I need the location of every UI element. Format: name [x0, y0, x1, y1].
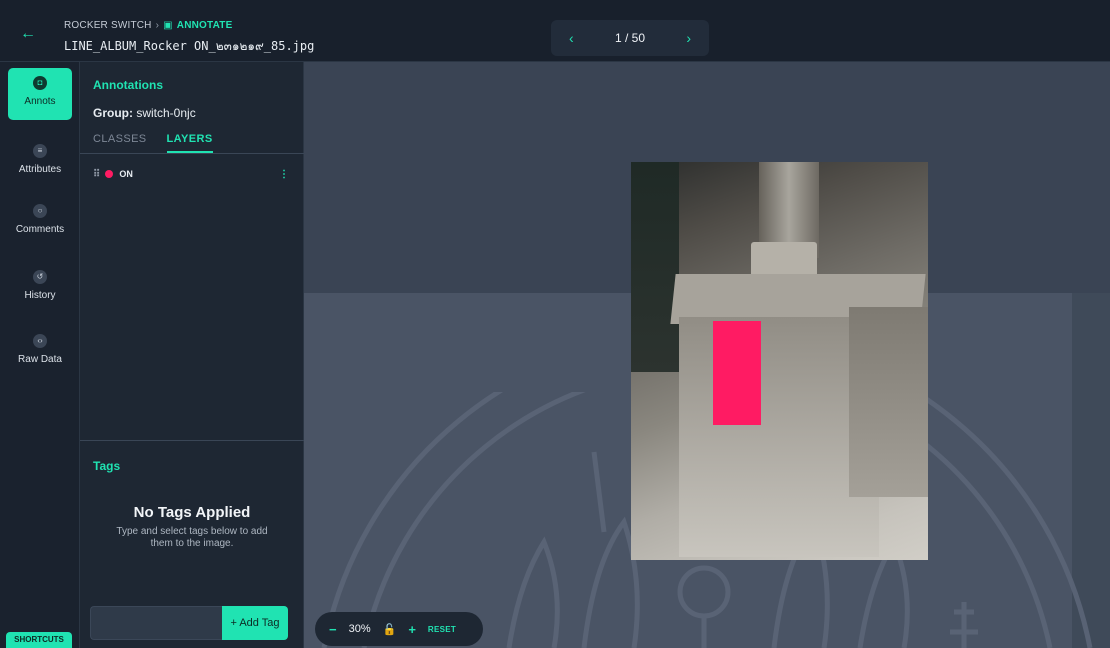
image-region-box-side — [849, 307, 928, 497]
chevron-right-icon[interactable]: › — [686, 30, 691, 46]
left-rail: ◘ Annots ≡ Attributes ○ Comments ↺ Histo… — [0, 62, 80, 648]
breadcrumb-current: ANNOTATE — [176, 20, 233, 31]
shortcuts-button[interactable]: SHORTCUTS — [6, 632, 72, 648]
file-name: LINE_ALBUM_Rocker ON_๒๓๑๒๑๙_85.jpg — [64, 39, 315, 53]
bounding-box-on[interactable] — [713, 321, 761, 425]
annotated-image — [631, 162, 928, 560]
comment-icon: ○ — [33, 204, 47, 218]
rail-item-label: Annots — [24, 96, 56, 107]
rail-item-history[interactable]: ↺ History — [8, 270, 72, 301]
breadcrumb-project[interactable]: ROCKER SWITCH — [64, 20, 152, 31]
rail-item-comments[interactable]: ○ Comments — [8, 204, 72, 235]
reset-zoom-button[interactable]: RESET — [428, 625, 456, 634]
image-pager: ‹ 1 / 50 › — [551, 20, 709, 56]
back-arrow-icon[interactable]: ← — [20, 24, 40, 44]
rail-item-raw-data[interactable]: ‹› Raw Data — [8, 334, 72, 365]
rail-item-label: Attributes — [18, 164, 62, 175]
image-region-wall — [631, 162, 679, 372]
panel-title: Annotations — [93, 78, 163, 92]
group-label: Group: switch-0njc — [93, 106, 196, 120]
history-icon: ↺ — [33, 270, 47, 284]
empty-tags-title: No Tags Applied — [133, 504, 251, 521]
annotation-icon: ◘ — [33, 76, 47, 90]
zoom-controls: − 30% 🔓 + RESET — [315, 612, 483, 646]
rail-item-label: History — [24, 290, 56, 301]
annotations-panel: Annotations Group: switch-0njc CLASSES L… — [80, 62, 304, 648]
tags-title: Tags — [93, 459, 121, 473]
layer-name: ON — [119, 169, 133, 179]
rail-item-annots[interactable]: ◘ Annots — [8, 68, 72, 120]
tabs-divider — [80, 153, 304, 154]
drag-handle-icon[interactable]: ⠿ — [93, 169, 100, 180]
lock-icon[interactable]: 🔓 — [383, 623, 397, 636]
breadcrumb: ROCKER SWITCH › ▣ ANNOTATE — [64, 20, 232, 31]
add-tag-button[interactable]: + Add Tag — [222, 606, 288, 640]
breadcrumb-separator: › — [155, 20, 160, 31]
tab-classes[interactable]: CLASSES — [93, 133, 147, 153]
zoom-out-button[interactable]: − — [329, 622, 337, 637]
image-canvas[interactable] — [304, 62, 1110, 648]
group-key: Group: — [93, 106, 133, 120]
chevron-left-icon[interactable]: ‹ — [569, 30, 574, 46]
rail-item-attributes[interactable]: ≡ Attributes — [8, 144, 72, 175]
list-icon: ≡ — [33, 144, 47, 158]
tag-input[interactable] — [90, 606, 222, 640]
group-value: switch-0njc — [136, 106, 196, 120]
rail-item-label: Comments — [15, 224, 65, 235]
layer-item[interactable]: ⠿ ON ⋮ — [93, 166, 289, 182]
panel-tabs: CLASSES LAYERS — [93, 133, 213, 153]
tab-layers[interactable]: LAYERS — [166, 133, 213, 153]
code-icon: ‹› — [33, 334, 47, 348]
empty-tags-subtitle: Type and select tags below to add them t… — [116, 526, 268, 549]
rail-item-label: Raw Data — [18, 354, 62, 365]
tags-divider — [80, 440, 304, 441]
pager-count: 1 / 50 — [614, 31, 646, 45]
zoom-in-button[interactable]: + — [408, 622, 416, 637]
annotate-icon: ▣ — [163, 20, 173, 31]
top-bar: ← ROCKER SWITCH › ▣ ANNOTATE LINE_ALBUM_… — [0, 0, 1110, 62]
layer-color-dot — [105, 170, 114, 178]
more-options-icon[interactable]: ⋮ — [279, 169, 289, 180]
zoom-level: 30% — [348, 623, 371, 635]
